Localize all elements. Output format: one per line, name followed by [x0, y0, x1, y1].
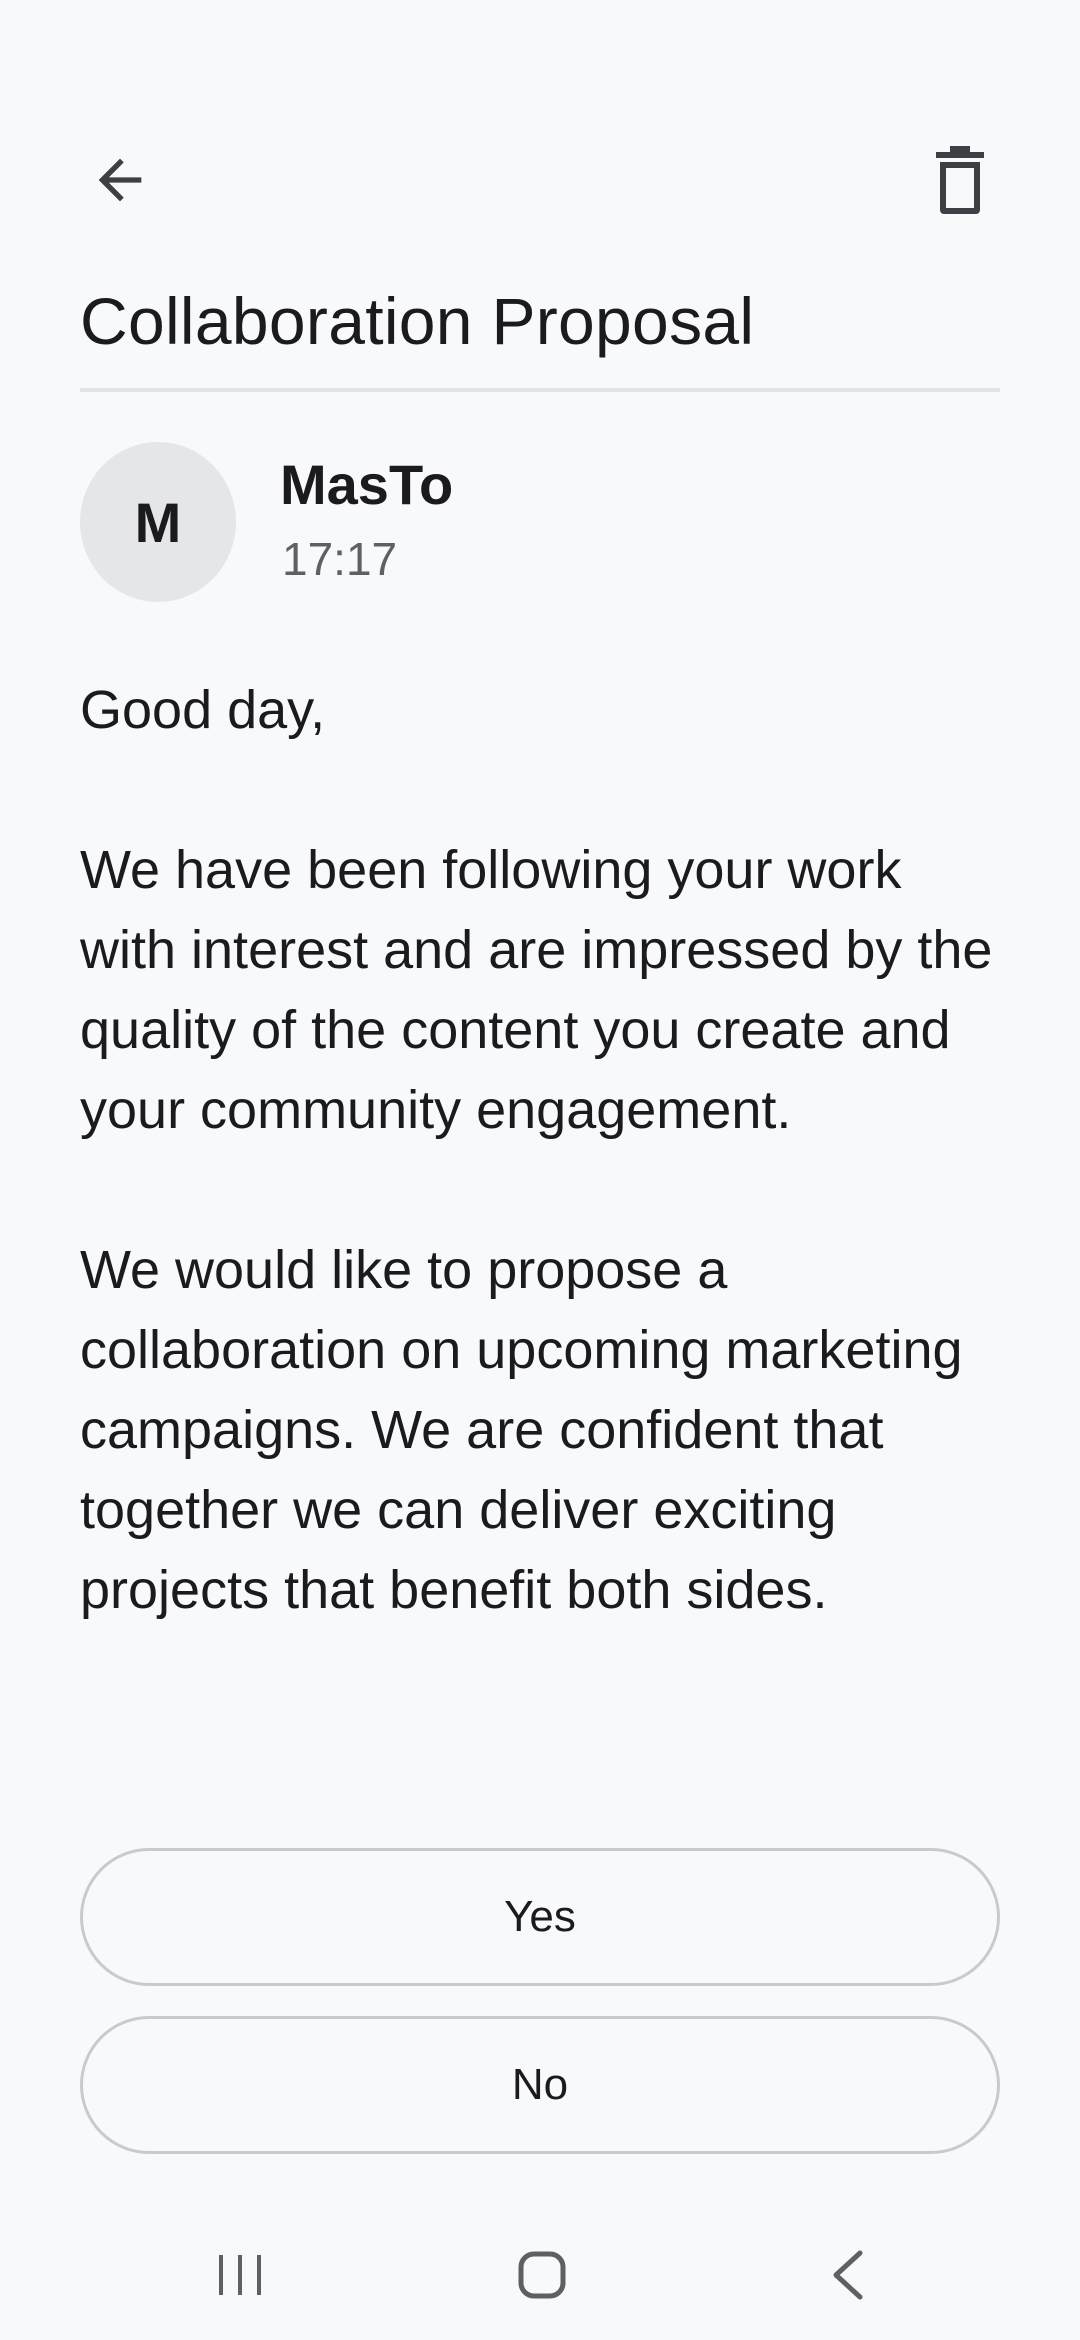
email-detail-screen: Collaboration Proposal M MasTo 17:17 Goo… [0, 0, 1080, 2340]
home-icon [518, 2251, 566, 2299]
sender-time: 17:17 [282, 533, 398, 585]
arrow-left-icon [98, 158, 142, 202]
top-app-bar [0, 130, 1080, 230]
email-body: Good day, We have been following your wo… [80, 670, 1010, 1630]
delete-button[interactable] [910, 130, 1010, 230]
recents-icon [219, 2255, 261, 2295]
email-body-paragraph: We have been following your work with in… [80, 840, 993, 1140]
email-body-paragraph: Good day, [80, 680, 326, 740]
system-navigation-bar [0, 2220, 1080, 2330]
yes-button[interactable]: Yes [80, 1848, 1000, 1986]
nav-back-button[interactable] [786, 2240, 906, 2310]
subject-divider [80, 388, 1000, 392]
home-button[interactable] [482, 2240, 602, 2310]
sender-name: MasTo [280, 453, 454, 516]
recents-button[interactable] [180, 2240, 300, 2310]
email-subject: Collaboration Proposal [80, 284, 755, 358]
nav-back-icon [833, 2250, 863, 2300]
sender-header: M MasTo 17:17 [80, 442, 1000, 602]
no-button[interactable]: No [80, 2016, 1000, 2154]
trash-icon [936, 146, 984, 214]
email-body-paragraph: We would like to propose a collaboration… [80, 1240, 963, 1620]
sender-avatar: M [80, 442, 236, 602]
back-button[interactable] [70, 130, 170, 230]
